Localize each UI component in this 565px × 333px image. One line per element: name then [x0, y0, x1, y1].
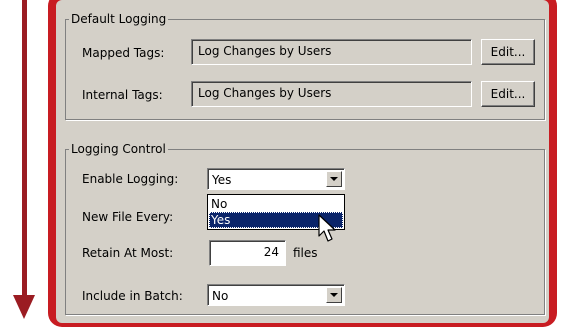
- include-in-batch-value: No: [212, 289, 229, 303]
- retain-at-most-label: Retain At Most:: [82, 246, 174, 260]
- mapped-tags-edit-button[interactable]: Edit...: [481, 39, 535, 65]
- enable-logging-label: Enable Logging:: [82, 172, 179, 186]
- enable-logging-dropdown-button[interactable]: [326, 171, 342, 187]
- include-in-batch-label: Include in Batch:: [82, 289, 183, 303]
- enable-logging-value: Yes: [212, 173, 232, 187]
- new-file-every-label: New File Every:: [82, 210, 174, 224]
- logging-control-legend: Logging Control: [71, 142, 166, 156]
- down-arrow-shaft: [22, 0, 27, 296]
- chevron-down-icon: [330, 293, 338, 297]
- default-logging-legend: Default Logging: [71, 12, 167, 26]
- internal-tags-label: Internal Tags:: [82, 88, 163, 102]
- retain-unit-label: files: [293, 246, 318, 260]
- chevron-down-icon: [330, 177, 338, 181]
- include-in-batch-select[interactable]: No: [207, 284, 345, 306]
- option-no[interactable]: No: [209, 196, 343, 212]
- down-arrow-icon: [13, 295, 35, 319]
- mapped-tags-label: Mapped Tags:: [82, 46, 165, 60]
- include-in-batch-dropdown-button[interactable]: [326, 287, 342, 303]
- mouse-pointer-icon: [318, 214, 336, 242]
- retain-at-most-input[interactable]: 24: [209, 240, 286, 266]
- internal-tags-field[interactable]: Log Changes by Users: [191, 81, 472, 107]
- mapped-tags-field[interactable]: Log Changes by Users: [191, 39, 472, 65]
- enable-logging-select[interactable]: Yes: [207, 168, 345, 190]
- internal-tags-edit-button[interactable]: Edit...: [481, 81, 535, 107]
